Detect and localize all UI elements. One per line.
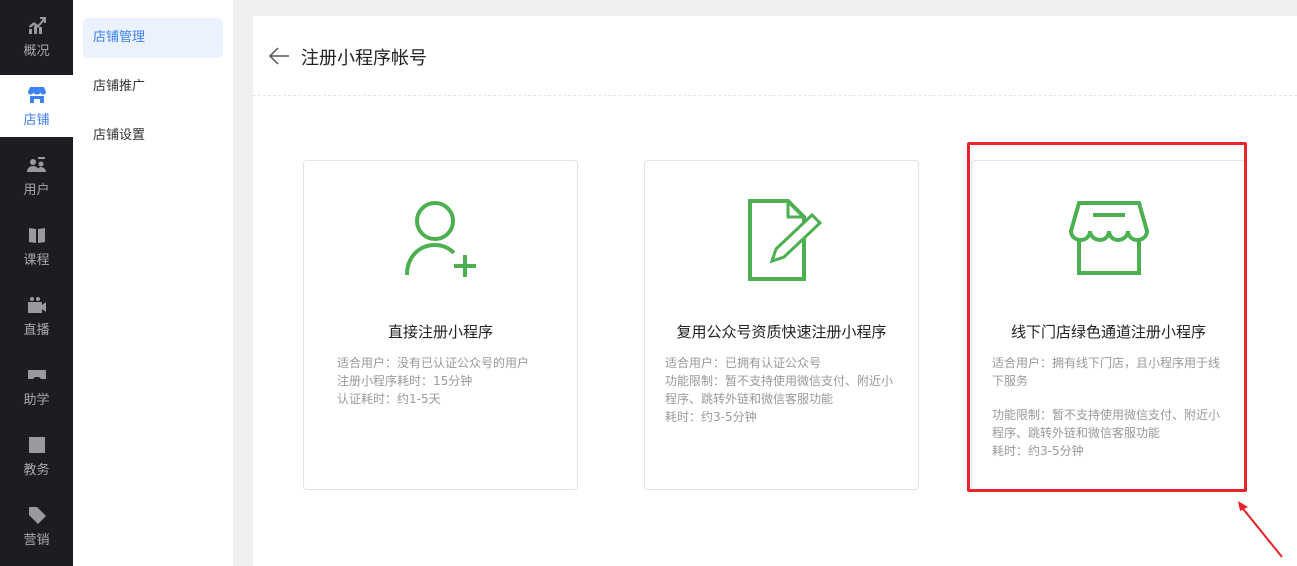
nav-item-users[interactable]: 用户	[0, 145, 73, 207]
main-panel: 注册小程序帐号 直接注册小程序 适合用户：没有已认证公众号的用户 注册小程序耗时：…	[253, 16, 1297, 566]
nav-item-study-aid[interactable]: 助学	[0, 355, 73, 417]
bookmark-icon	[28, 436, 45, 453]
video-icon	[27, 296, 46, 313]
store-icon	[1068, 201, 1149, 275]
nav-item-live[interactable]: 直播	[0, 285, 73, 347]
chart-icon	[28, 16, 46, 34]
card-description: 适合用户：已拥有认证公众号 功能限制：暂不支持使用微信支付、附近小程序、跳转外链和…	[665, 356, 894, 424]
card-title: 复用公众号资质快速注册小程序	[676, 323, 887, 341]
document-edit-icon	[747, 199, 822, 281]
users-icon	[26, 156, 46, 172]
page-header: 注册小程序帐号	[253, 16, 1297, 96]
nav-item-overview[interactable]: 概况	[0, 6, 73, 68]
main-nav: 概况 店铺 用户 课程 直播 助学 教务 营销	[0, 0, 73, 566]
sub-nav: 店铺管理 店铺推广 店铺设置	[73, 0, 233, 566]
annotation-arrow-icon	[1238, 501, 1283, 558]
gamepad-icon	[27, 369, 46, 379]
nav-item-marketing[interactable]: 营销	[0, 495, 73, 557]
subnav-store-settings[interactable]: 店铺设置	[83, 116, 223, 156]
nav-item-store[interactable]: 店铺	[0, 75, 73, 137]
subnav-store-promotion[interactable]: 店铺推广	[83, 67, 223, 107]
nav-item-courses[interactable]: 课程	[0, 215, 73, 277]
card-title: 直接注册小程序	[387, 323, 493, 341]
tag-icon	[28, 506, 46, 524]
nav-item-academic[interactable]: 教务	[0, 425, 73, 487]
card-reuse-official-account[interactable]: 复用公众号资质快速注册小程序 适合用户：已拥有认证公众号 功能限制：暂不支持使用微…	[644, 160, 919, 490]
book-icon	[28, 227, 45, 243]
back-arrow-icon[interactable]	[267, 44, 291, 68]
store-icon	[27, 86, 46, 103]
card-description: 适合用户：没有已认证公众号的用户 注册小程序耗时：15分钟 认证耗时：约1-5天	[337, 356, 530, 406]
subnav-store-management[interactable]: 店铺管理	[83, 18, 223, 58]
card-direct-register[interactable]: 直接注册小程序 适合用户：没有已认证公众号的用户 注册小程序耗时：15分钟 认证耗时…	[303, 160, 578, 490]
page-title: 注册小程序帐号	[301, 48, 427, 69]
card-offline-store-register[interactable]: 线下门店绿色通道注册小程序 适合用户：拥有线下门店，且小程序用于线下服务 功能限制…	[971, 160, 1246, 490]
card-description: 适合用户：拥有线下门店，且小程序用于线下服务 功能限制：暂不支持使用微信支付、附近…	[992, 356, 1221, 458]
card-title: 线下门店绿色通道注册小程序	[1010, 323, 1206, 341]
add-user-icon	[404, 201, 476, 277]
